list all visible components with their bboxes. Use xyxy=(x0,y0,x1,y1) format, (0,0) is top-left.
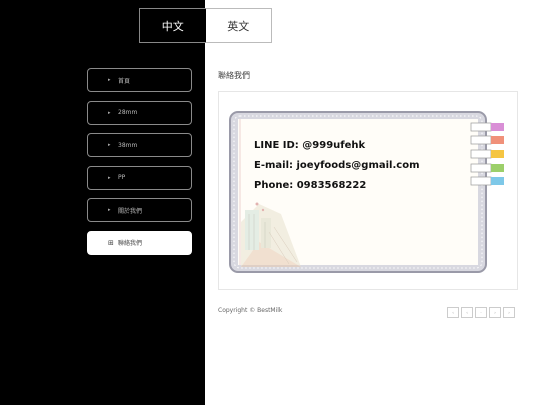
notebook-illustration: LINE ID: @999ufehk E-mail: joeyfoods@gma… xyxy=(229,111,504,273)
sidebar-item-label: 聯絡我們 xyxy=(118,240,143,247)
tab-chinese[interactable]: 中文 xyxy=(139,8,206,43)
page-title: 聯絡我們 xyxy=(218,71,250,80)
sidebar-item-about[interactable]: ▸ 關於我們 xyxy=(87,198,192,222)
sidebar-item-38mm[interactable]: ▸ 38mm xyxy=(87,133,192,157)
sidebar-item-contact[interactable]: ⊞ 聯絡我們 xyxy=(87,230,192,255)
sidebar-item-home[interactable]: ▸ 首頁 xyxy=(87,68,192,92)
info-icon: ▸ xyxy=(108,207,111,213)
item-icon: ▸ xyxy=(108,109,111,116)
pager-prev-button[interactable]: ‹ xyxy=(461,307,473,318)
sidebar-item-28mm[interactable]: ▸ 28mm xyxy=(87,100,192,125)
tab-english[interactable]: 英文 xyxy=(205,8,272,43)
item-icon: ▸ xyxy=(108,142,111,148)
pager-next-button[interactable]: › xyxy=(489,307,501,318)
language-tabs: 中文 英文 xyxy=(139,8,272,43)
pagination: ‹ ‹ · › › xyxy=(447,307,515,318)
email-text: E-mail: joeyfoods@gmail.com xyxy=(254,160,419,171)
sidebar-item-label: 首頁 xyxy=(118,77,131,85)
grid-icon: ⊞ xyxy=(108,238,114,247)
item-icon: ▸ xyxy=(108,174,111,181)
phone-text: Phone: 0983568222 xyxy=(254,180,366,191)
copyright-text: Copyright © BestMilk xyxy=(218,307,283,314)
sidebar-item-label: 關於我們 xyxy=(118,207,143,215)
line-id-text: LINE ID: @999ufehk xyxy=(254,140,366,151)
sidebar-menu: ▸ 首頁 ▸ 28mm ▸ 38mm ▸ PP ▸ 關於我們 ⊞ 聯絡我們 xyxy=(87,68,192,263)
sidebar-item-label: PP xyxy=(118,174,126,181)
sidebar-item-pp[interactable]: ▸ PP xyxy=(87,165,192,190)
contact-card-image: LINE ID: @999ufehk E-mail: joeyfoods@gma… xyxy=(218,91,518,290)
sidebar-item-label: 28mm xyxy=(118,109,138,116)
pager-current-button[interactable]: · xyxy=(475,307,487,318)
pager-last-button[interactable]: › xyxy=(503,307,515,318)
pager-first-button[interactable]: ‹ xyxy=(447,307,459,318)
sidebar-item-label: 38mm xyxy=(118,141,138,149)
home-icon: ▸ xyxy=(108,77,111,83)
